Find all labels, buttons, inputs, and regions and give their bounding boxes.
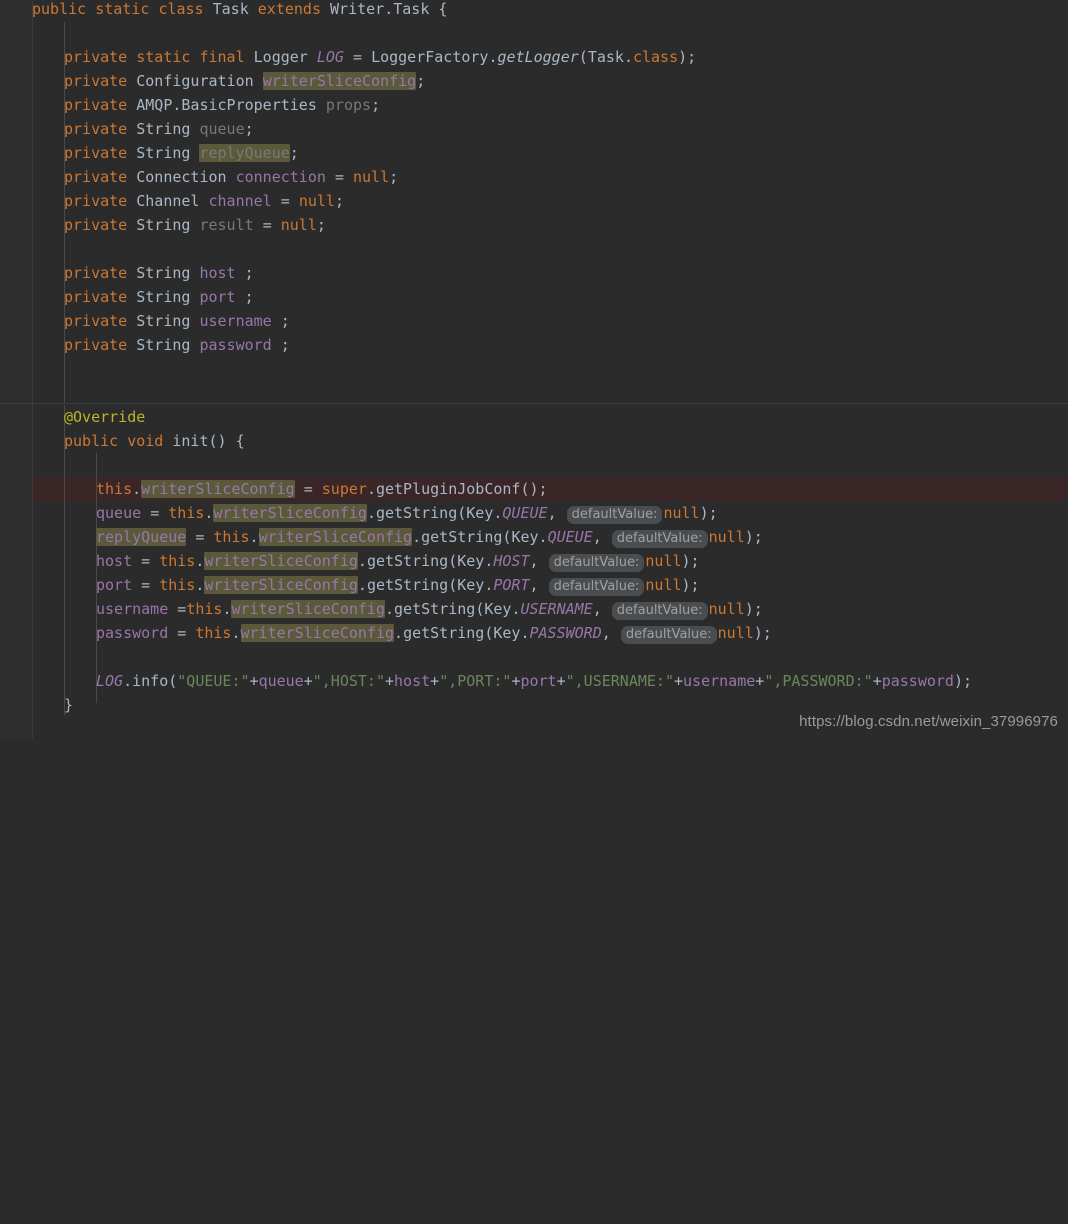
inlay-hint-default-value: defaultValue: xyxy=(548,554,645,572)
identifier-occurrence: writerSliceConfig xyxy=(262,72,417,90)
identifier-occurrence: writerSliceConfig xyxy=(204,552,358,570)
code-line-26[interactable]: username =this.writerSliceConfig.getStri… xyxy=(0,597,763,621)
code-line-13[interactable]: private String port ; xyxy=(0,285,254,309)
code-line-6[interactable]: private String queue; xyxy=(0,117,254,141)
inlay-hint-default-value: defaultValue: xyxy=(611,530,708,548)
code-line-14[interactable]: private String username ; xyxy=(0,309,290,333)
code-line-30[interactable]: } xyxy=(0,693,73,717)
identifier-occurrence: replyQueue xyxy=(96,528,187,546)
code-line-15[interactable]: private String password ; xyxy=(0,333,290,357)
code-editor[interactable]: public static class Task extends Writer.… xyxy=(0,0,1068,738)
code-line-5[interactable]: private AMQP.BasicProperties props; xyxy=(0,93,380,117)
code-line-1[interactable]: public static class Task extends Writer.… xyxy=(0,0,447,21)
identifier-occurrence: writerSliceConfig xyxy=(141,480,295,498)
code-line-21[interactable]: this.writerSliceConfig = super.getPlugin… xyxy=(0,477,548,501)
code-line-22[interactable]: queue = this.writerSliceConfig.getString… xyxy=(0,501,718,525)
code-line-8[interactable]: private Connection connection = null; xyxy=(0,165,398,189)
inlay-hint-default-value: defaultValue: xyxy=(620,626,717,644)
code-line-3[interactable]: private static final Logger LOG = Logger… xyxy=(0,45,696,69)
code-line-4[interactable]: private Configuration writerSliceConfig; xyxy=(0,69,425,93)
code-line-18[interactable]: @Override xyxy=(0,405,145,429)
watermark-url: https://blog.csdn.net/weixin_37996976 xyxy=(799,713,1058,730)
code-line-12[interactable]: private String host ; xyxy=(0,261,254,285)
code-line-19[interactable]: public void init() { xyxy=(0,429,245,453)
code-content[interactable]: public static class Task extends Writer.… xyxy=(0,0,1068,1224)
code-line-7[interactable]: private String replyQueue; xyxy=(0,141,299,165)
code-line-27[interactable]: password = this.writerSliceConfig.getStr… xyxy=(0,621,772,645)
identifier-occurrence: replyQueue xyxy=(199,144,290,162)
code-line-10[interactable]: private String result = null; xyxy=(0,213,326,237)
code-line-24[interactable]: host = this.writerSliceConfig.getString(… xyxy=(0,549,700,573)
identifier-occurrence: writerSliceConfig xyxy=(231,600,385,618)
inlay-hint-default-value: defaultValue: xyxy=(611,602,708,620)
code-line-9[interactable]: private Channel channel = null; xyxy=(0,189,344,213)
code-line-25[interactable]: port = this.writerSliceConfig.getString(… xyxy=(0,573,700,597)
inlay-hint-default-value: defaultValue: xyxy=(548,578,645,596)
identifier-occurrence: writerSliceConfig xyxy=(204,576,358,594)
code-line-29[interactable]: LOG.info("QUEUE:"+queue+",HOST:"+host+",… xyxy=(0,669,972,693)
code-line-23[interactable]: replyQueue = this.writerSliceConfig.getS… xyxy=(0,525,763,549)
identifier-occurrence: writerSliceConfig xyxy=(240,624,395,642)
identifier-occurrence: writerSliceConfig xyxy=(258,528,413,546)
inlay-hint-default-value: defaultValue: xyxy=(566,506,663,524)
identifier-occurrence: writerSliceConfig xyxy=(213,504,367,522)
